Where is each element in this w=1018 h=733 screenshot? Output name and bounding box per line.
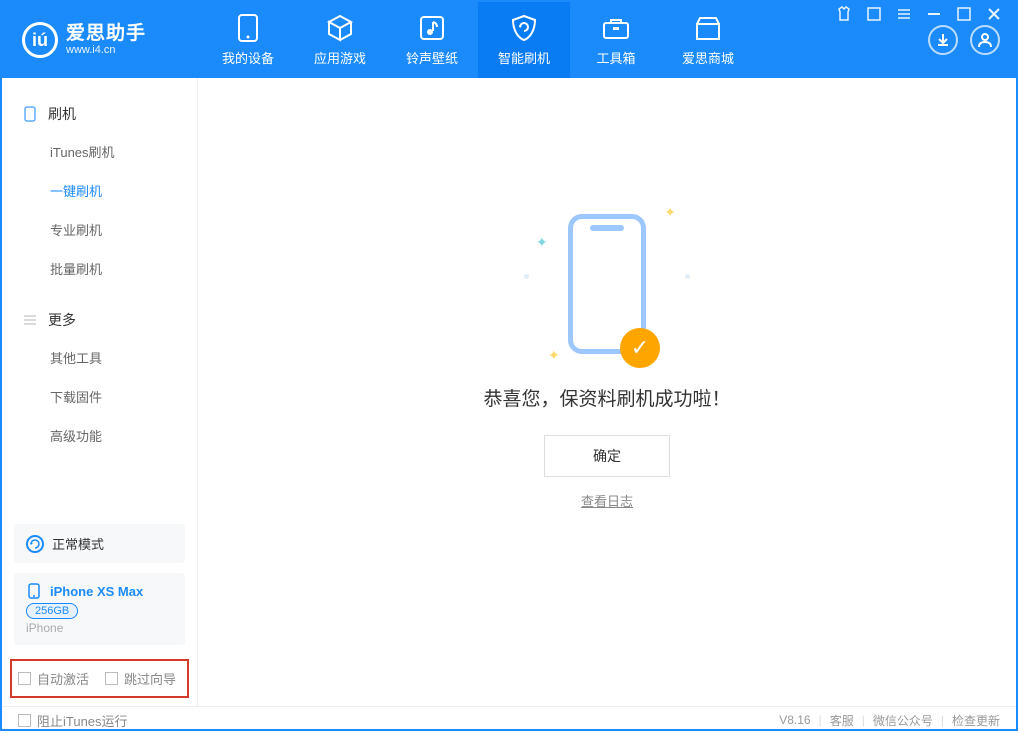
tab-store[interactable]: 爱思商城 (662, 2, 754, 78)
cube-icon (326, 14, 354, 42)
menu-icon[interactable] (896, 6, 912, 22)
sidebar-item-other-tools[interactable]: 其他工具 (2, 338, 197, 377)
tab-label: 应用游戏 (314, 48, 366, 67)
device-name: iPhone XS Max (50, 584, 143, 599)
sparkle-icon: ✦ (664, 204, 676, 221)
check-circle-icon: ✓ (620, 328, 660, 368)
phone-icon (22, 106, 38, 122)
sidebar-item-download-firmware[interactable]: 下载固件 (2, 377, 197, 416)
dot-icon (685, 274, 690, 279)
device-type: iPhone (26, 621, 173, 635)
checkbox-block-itunes[interactable]: 阻止iTunes运行 (18, 711, 128, 730)
app-name: 爱思助手 (66, 24, 146, 45)
check-update-link[interactable]: 检查更新 (952, 712, 1000, 729)
user-button[interactable] (970, 25, 1000, 55)
device-capacity: 256GB (26, 603, 78, 619)
tab-label: 爱思商城 (682, 48, 734, 67)
ok-button[interactable]: 确定 (544, 435, 670, 477)
sidebar-item-advanced[interactable]: 高级功能 (2, 416, 197, 455)
skin-icon[interactable] (866, 6, 882, 22)
window-controls (820, 6, 1018, 22)
wechat-link[interactable]: 微信公众号 (873, 712, 933, 729)
shield-refresh-icon (510, 14, 538, 42)
refresh-icon (26, 535, 44, 553)
main-content: ✦ ✦ ✦ ✓ 恭喜您，保资料刷机成功啦！ 确定 查看日志 (198, 78, 1016, 706)
tab-label: 智能刷机 (498, 48, 550, 67)
device-small-icon (26, 583, 42, 599)
sparkle-icon: ✦ (548, 347, 560, 364)
device-icon (234, 14, 262, 42)
tab-apps-games[interactable]: 应用游戏 (294, 2, 386, 78)
sidebar-section-flash: 刷机 (2, 96, 197, 132)
tab-toolbox[interactable]: 工具箱 (570, 2, 662, 78)
checkbox-icon (18, 714, 31, 727)
tab-ringtone-wallpaper[interactable]: 铃声壁纸 (386, 2, 478, 78)
minimize-icon[interactable] (926, 6, 942, 22)
tab-my-device[interactable]: 我的设备 (202, 2, 294, 78)
sidebar-item-pro-flash[interactable]: 专业刷机 (2, 210, 197, 249)
tab-label: 我的设备 (222, 48, 274, 67)
checkbox-skip-guide[interactable]: 跳过向导 (105, 669, 176, 688)
list-icon (22, 312, 38, 328)
tab-smart-flash[interactable]: 智能刷机 (478, 2, 570, 78)
tshirt-icon[interactable] (836, 6, 852, 22)
tab-label: 铃声壁纸 (406, 48, 458, 67)
view-log-link[interactable]: 查看日志 (581, 491, 633, 510)
sidebar-section-more: 更多 (2, 302, 197, 338)
titlebar: iú 爱思助手 www.i4.cn 我的设备 应用游戏 铃声壁纸 (2, 2, 1016, 78)
sidebar-item-batch-flash[interactable]: 批量刷机 (2, 249, 197, 288)
version-label: V8.16 (779, 713, 810, 727)
tab-label: 工具箱 (596, 48, 635, 67)
device-mode[interactable]: 正常模式 (26, 534, 173, 553)
sidebar-item-oneclick-flash[interactable]: 一键刷机 (2, 171, 197, 210)
app-logo-icon: iú (22, 22, 58, 58)
success-illustration: ✦ ✦ ✦ ✓ (568, 214, 646, 354)
device-info-box[interactable]: iPhone XS Max 256GB iPhone (14, 573, 185, 645)
sidebar: 刷机 iTunes刷机 一键刷机 专业刷机 批量刷机 更多 其他工具 下载固件 … (2, 78, 198, 706)
store-icon (694, 14, 722, 42)
logo: iú 爱思助手 www.i4.cn (2, 2, 202, 78)
sparkle-icon: ✦ (536, 234, 548, 251)
close-icon[interactable] (986, 6, 1002, 22)
checkbox-icon (105, 672, 118, 685)
download-button[interactable] (928, 25, 958, 55)
success-message: 恭喜您，保资料刷机成功啦！ (483, 384, 730, 411)
maximize-icon[interactable] (956, 6, 972, 22)
checkbox-icon (18, 672, 31, 685)
sidebar-item-itunes-flash[interactable]: iTunes刷机 (2, 132, 197, 171)
dot-icon (524, 274, 529, 279)
device-mode-box: 正常模式 (14, 524, 185, 563)
checkbox-auto-activate[interactable]: 自动激活 (18, 669, 89, 688)
music-note-icon (418, 14, 446, 42)
toolbox-icon (602, 14, 630, 42)
statusbar: 阻止iTunes运行 V8.16 | 客服 | 微信公众号 | 检查更新 (2, 706, 1016, 733)
app-url: www.i4.cn (66, 44, 146, 56)
support-link[interactable]: 客服 (830, 712, 854, 729)
flash-options: 自动激活 跳过向导 (10, 659, 189, 698)
